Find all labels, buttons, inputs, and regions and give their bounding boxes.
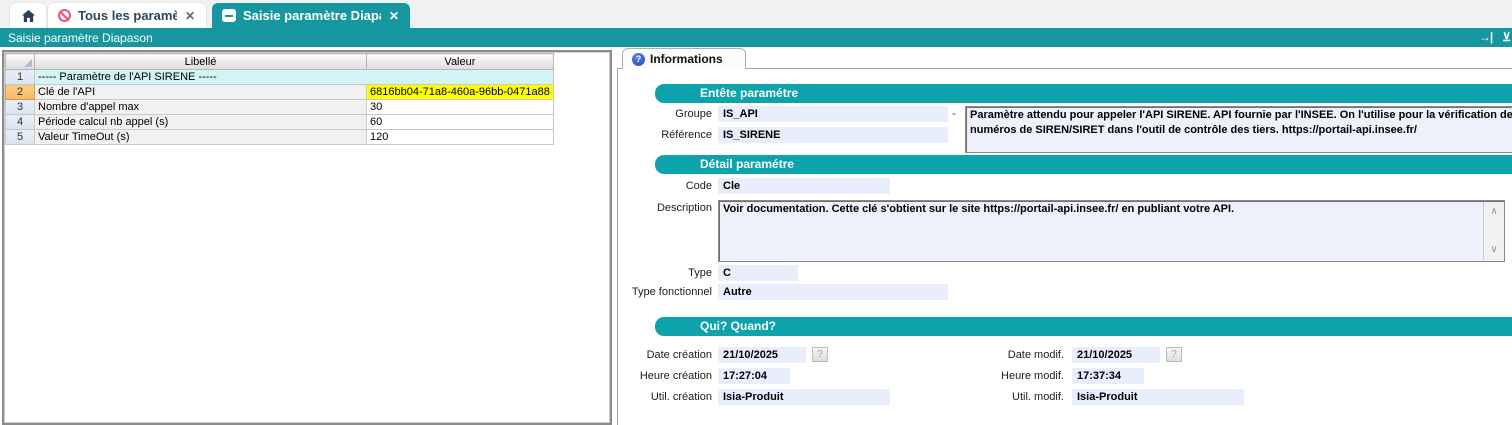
date-modif-label: Date modif.: [952, 349, 1064, 361]
valeur-cell-selected[interactable]: 6816bb04-71a8-460a-96bb-0471a88: [367, 85, 554, 100]
date-creation-help-button[interactable]: ?: [812, 347, 828, 362]
corner-triangle-icon: [24, 59, 32, 67]
heure-creation-field[interactable]: 17:27:04: [718, 368, 790, 384]
type-fonctionnel-label: Type fonctionnel: [604, 286, 712, 298]
date-creation-label: Date création: [604, 349, 712, 361]
parameters-grid-panel: Libellé Valeur 1 ----- Paramètre de l'AP…: [2, 50, 612, 425]
window-title-bar: Saisie paramètre Diapason →| ⊻: [0, 28, 1512, 47]
table-row: 1 ----- Paramètre de l'API SIRENE -----: [6, 70, 554, 85]
date-modif-help-button[interactable]: ?: [1166, 347, 1182, 362]
date-creation-field[interactable]: 21/10/2025: [718, 347, 806, 363]
table-row: 5 Valeur TimeOut (s) 120: [6, 130, 554, 145]
type-field[interactable]: C: [718, 265, 798, 281]
table-row: 4 Période calcul nb appel (s) 60: [6, 115, 554, 130]
close-icon[interactable]: ✕: [184, 9, 196, 23]
libelle-cell[interactable]: Valeur TimeOut (s): [35, 130, 367, 145]
separator-dash: -: [948, 108, 960, 120]
libelle-cell[interactable]: Nombre d'appel max: [35, 100, 367, 115]
libelle-cell[interactable]: Clé de l'API: [35, 85, 367, 100]
parameters-table: Libellé Valeur 1 ----- Paramètre de l'AP…: [5, 53, 554, 145]
scroll-down-icon[interactable]: ∨: [1484, 242, 1504, 258]
valeur-cell[interactable]: 30: [367, 100, 554, 115]
tab-strip: Tous les paramètres ✕ Saisie paramètre D…: [0, 0, 1512, 28]
heure-modif-field[interactable]: 17:37:34: [1072, 368, 1144, 384]
tab-home[interactable]: [10, 3, 46, 28]
page-title: Saisie paramètre Diapason: [8, 31, 153, 45]
help-circle-icon: ?: [632, 53, 645, 66]
section-row-cell[interactable]: ----- Paramètre de l'API SIRENE -----: [35, 70, 554, 85]
row-number[interactable]: 4: [6, 115, 35, 130]
vertical-scrollbar[interactable]: ∧ ∨: [1483, 202, 1503, 260]
valeur-cell[interactable]: 120: [367, 130, 554, 145]
select-all-corner[interactable]: [6, 54, 35, 70]
table-row: 3 Nombre d'appel max 30: [6, 100, 554, 115]
description-textarea[interactable]: Voir documentation. Cette clé s'obtient …: [718, 200, 1505, 262]
row-number-selected[interactable]: 2: [6, 85, 35, 100]
groupe-label: Groupe: [604, 108, 712, 120]
section-header-detail: Détail paramétre: [655, 155, 1512, 174]
tab-saisie-parametre[interactable]: Saisie paramètre Diapa... ✕: [212, 3, 410, 28]
code-label: Code: [604, 180, 712, 192]
type-fonctionnel-field[interactable]: Autre: [718, 284, 948, 300]
code-field[interactable]: Cle: [718, 178, 890, 194]
goto-end-icon[interactable]: →|: [1479, 28, 1492, 47]
section-header-entete: Entête paramétre: [655, 84, 1512, 103]
tab-label: Tous les paramètres: [78, 8, 177, 23]
section-header-qui-quand: Qui? Quand?: [655, 317, 1512, 336]
partial-right-icon[interactable]: ⊻: [1502, 28, 1510, 47]
reference-field[interactable]: IS_SIRENE: [718, 127, 948, 143]
util-modif-field[interactable]: Isia-Produit: [1072, 389, 1244, 405]
tab-label: Informations: [650, 52, 723, 66]
valeur-cell[interactable]: 60: [367, 115, 554, 130]
close-icon[interactable]: ✕: [388, 9, 400, 23]
table-row: 2 Clé de l'API 6816bb04-71a8-460a-96bb-0…: [6, 85, 554, 100]
entete-description-text: Paramètre attendu pour appeler l'API SIR…: [970, 108, 1512, 138]
window-icon: [222, 9, 236, 22]
type-label: Type: [604, 267, 712, 279]
util-creation-label: Util. création: [604, 391, 712, 403]
util-creation-field[interactable]: Isia-Produit: [718, 389, 890, 405]
home-icon: [21, 9, 36, 23]
row-number[interactable]: 1: [6, 70, 35, 85]
tab-informations[interactable]: ? Informations: [622, 48, 746, 69]
reference-label: Référence: [604, 129, 712, 141]
tab-all-parameters[interactable]: Tous les paramètres ✕: [48, 3, 206, 28]
column-header-valeur[interactable]: Valeur: [367, 54, 554, 70]
row-number[interactable]: 3: [6, 100, 35, 115]
row-number[interactable]: 5: [6, 130, 35, 145]
util-modif-label: Util. modif.: [952, 391, 1064, 403]
description-text: Voir documentation. Cette clé s'obtient …: [723, 202, 1478, 217]
groupe-field[interactable]: IS_API: [718, 106, 948, 122]
no-entry-icon: [58, 9, 71, 22]
heure-creation-label: Heure création: [604, 370, 712, 382]
description-label: Description: [604, 202, 712, 214]
entete-description-box[interactable]: Paramètre attendu pour appeler l'API SIR…: [965, 106, 1512, 153]
scroll-up-icon[interactable]: ∧: [1484, 204, 1504, 220]
date-modif-field[interactable]: 21/10/2025: [1072, 347, 1160, 363]
heure-modif-label: Heure modif.: [952, 370, 1064, 382]
table-header-row: Libellé Valeur: [6, 54, 554, 70]
column-header-libelle[interactable]: Libellé: [35, 54, 367, 70]
tab-label: Saisie paramètre Diapa...: [243, 8, 381, 23]
libelle-cell[interactable]: Période calcul nb appel (s): [35, 115, 367, 130]
